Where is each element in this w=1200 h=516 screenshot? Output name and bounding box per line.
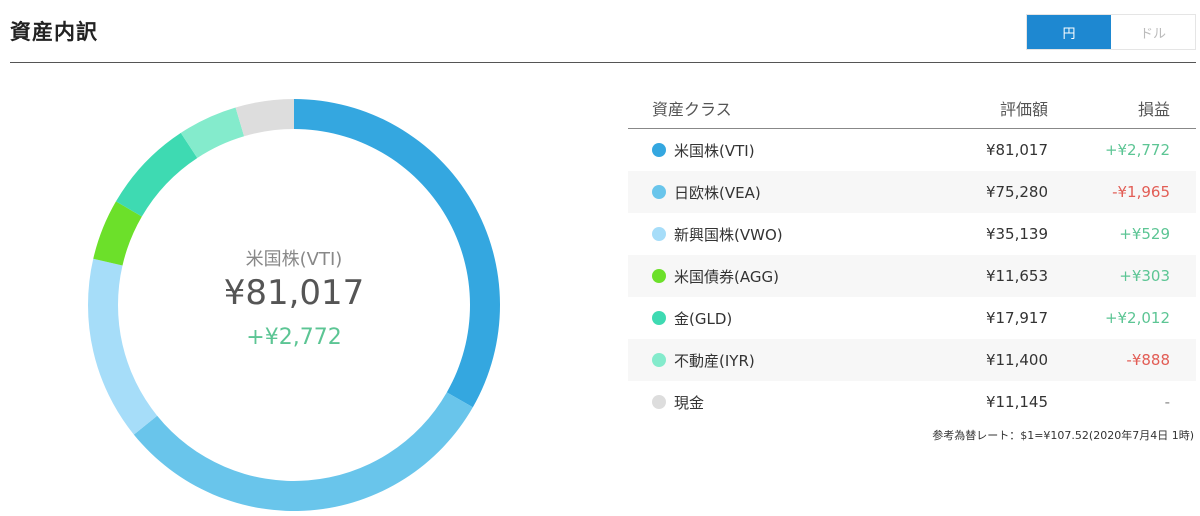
divider — [10, 62, 1196, 63]
center-asset-delta: +¥2,772 — [246, 325, 342, 350]
table-row[interactable]: 不動産(IYR) ¥11,400 -¥888 — [628, 339, 1196, 381]
asset-name: 金(GLD) — [674, 309, 733, 328]
table-row[interactable]: 米国株(VTI) ¥81,017 +¥2,772 — [628, 129, 1196, 171]
center-asset-name: 米国株(VTI) — [245, 249, 343, 270]
header-asset-class: 資産クラス — [652, 100, 732, 119]
asset-pl: +¥2,772 — [1104, 141, 1170, 159]
asset-name: 不動産(IYR) — [674, 351, 755, 370]
asset-value: ¥81,017 — [985, 141, 1048, 159]
page-title: 資産内訳 — [10, 20, 98, 44]
currency-yen-button[interactable]: 円 — [1027, 15, 1111, 49]
asset-donut-chart: 米国株(VTI) ¥81,017 +¥2,772 — [84, 95, 504, 515]
asset-table: 資産クラス 評価額 損益 米国株(VTI) ¥81,017 +¥2,772 日欧株(V… — [628, 88, 1196, 423]
table-header: 資産クラス 評価額 損益 — [628, 88, 1196, 129]
asset-class-cell: 日欧株(VEA) — [628, 182, 928, 203]
fx-rate-note: 参考為替レート：$1=¥107.52(2020年7月4日 1時) — [932, 429, 1194, 442]
legend-dot-icon — [652, 185, 666, 199]
asset-class-cell: 米国株(VTI) — [628, 140, 928, 161]
table-row[interactable]: 現金 ¥11,145 - — [628, 381, 1196, 423]
donut-slice[interactable] — [133, 392, 473, 511]
table-row[interactable]: 新興国株(VWO) ¥35,139 +¥529 — [628, 213, 1196, 255]
asset-pl: -¥888 — [1126, 351, 1170, 369]
asset-name: 新興国株(VWO) — [674, 225, 783, 244]
asset-value: ¥17,917 — [985, 309, 1048, 327]
legend-dot-icon — [652, 311, 666, 325]
currency-toggle[interactable]: 円 ドル — [1026, 14, 1196, 50]
currency-dollar-button[interactable]: ドル — [1111, 15, 1195, 49]
asset-pl: +¥529 — [1119, 225, 1170, 243]
asset-pl: +¥303 — [1119, 267, 1170, 285]
asset-name: 米国株(VTI) — [674, 141, 755, 160]
asset-value: ¥11,145 — [985, 393, 1048, 411]
asset-class-cell: 米国債券(AGG) — [628, 266, 928, 287]
asset-pl: +¥2,012 — [1104, 309, 1170, 327]
table-row[interactable]: 日欧株(VEA) ¥75,280 -¥1,965 — [628, 171, 1196, 213]
legend-dot-icon — [652, 395, 666, 409]
asset-class-cell: 金(GLD) — [628, 308, 928, 329]
asset-name: 現金 — [674, 393, 705, 412]
legend-dot-icon — [652, 143, 666, 157]
center-asset-value: ¥81,017 — [223, 273, 365, 313]
header-value: 評価額 — [999, 100, 1048, 119]
asset-value: ¥11,400 — [985, 351, 1048, 369]
asset-value: ¥35,139 — [985, 225, 1048, 243]
header-pl: 損益 — [1137, 100, 1170, 119]
table-row[interactable]: 米国債券(AGG) ¥11,653 +¥303 — [628, 255, 1196, 297]
legend-dot-icon — [652, 227, 666, 241]
asset-name: 日欧株(VEA) — [674, 183, 761, 202]
asset-pl: - — [1164, 393, 1170, 411]
donut-slice[interactable] — [235, 99, 294, 137]
legend-dot-icon — [652, 269, 666, 283]
table-row[interactable]: 金(GLD) ¥17,917 +¥2,012 — [628, 297, 1196, 339]
asset-pl: -¥1,965 — [1112, 183, 1170, 201]
table-body: 米国株(VTI) ¥81,017 +¥2,772 日欧株(VEA) ¥75,280 -¥1… — [628, 129, 1196, 423]
asset-value: ¥75,280 — [985, 183, 1048, 201]
asset-class-cell: 不動産(IYR) — [628, 350, 928, 371]
asset-class-cell: 現金 — [628, 392, 928, 413]
asset-name: 米国債券(AGG) — [674, 267, 779, 286]
asset-class-cell: 新興国株(VWO) — [628, 224, 928, 245]
legend-dot-icon — [652, 353, 666, 367]
donut-slice[interactable] — [115, 132, 198, 217]
asset-value: ¥11,653 — [985, 267, 1048, 285]
